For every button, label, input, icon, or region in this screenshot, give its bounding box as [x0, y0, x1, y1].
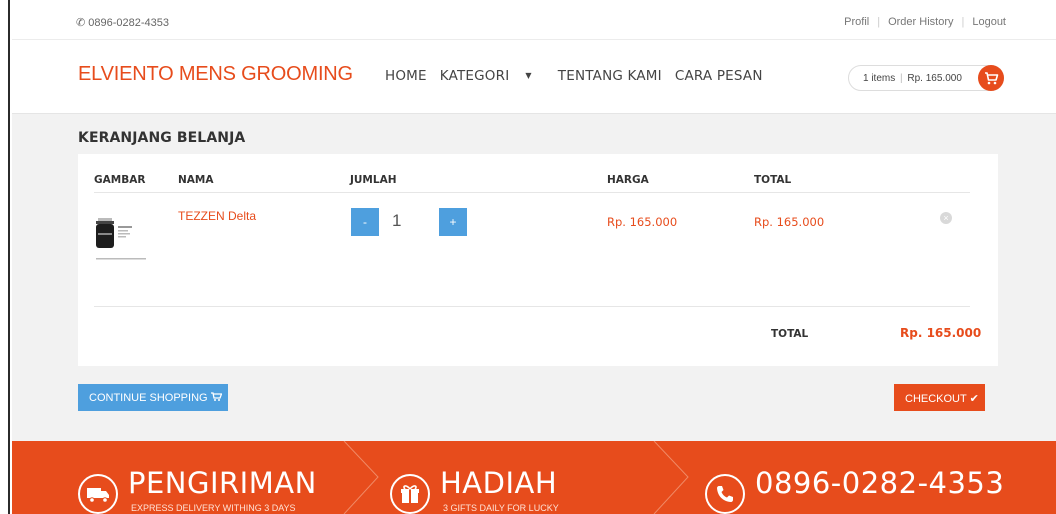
navbar: ELVIENTO MENS GROOMING HOME KATEGORI ▼ TENT… [12, 40, 1056, 114]
checkout-button[interactable]: CHECKOUT ✔ [894, 384, 985, 411]
account-links: Profil | Order History | Logout [844, 16, 1006, 28]
cart-icon [210, 392, 223, 404]
remove-item-icon[interactable]: × [940, 212, 952, 224]
menu-kategori[interactable]: KATEGORI ▼ [440, 68, 545, 84]
caret-down-icon: ▼ [525, 71, 532, 80]
top-phone: ✆ 0896-0282-4353 [76, 17, 169, 29]
main-menu: HOME KATEGORI ▼ TENTANG KAMI CARA PESAN [385, 68, 776, 84]
feature-subtitle: EXPRESS DELIVERY WITHING 3 DAYS [131, 503, 296, 513]
cart-amount: Rp. 165.000 [907, 73, 962, 84]
feature-title: 0896-0282-4353 [755, 466, 1005, 500]
product-name-link[interactable]: TEZZEN Delta [178, 209, 256, 223]
logout-link[interactable]: Logout [972, 16, 1006, 28]
cart-icon[interactable] [978, 65, 1004, 91]
window-left-edge [0, 0, 10, 514]
divider [94, 306, 970, 307]
features-band: PENGIRIMAN EXPRESS DELIVERY WITHING 3 DA… [12, 441, 1056, 514]
item-price: Rp. 165.000 [607, 215, 678, 229]
gift-icon [390, 474, 430, 514]
col-nama: NAMA [178, 174, 214, 186]
check-icon: ✔ [969, 393, 979, 405]
qty-value: 1 [392, 211, 402, 230]
col-total: TOTAL [754, 174, 792, 186]
cart-table: GAMBAR NAMA JUMLAH HARGA TOTAL TEZZEN De… [78, 154, 998, 366]
phone-icon [705, 474, 745, 514]
phone-icon: ✆ [76, 17, 86, 29]
truck-icon [78, 474, 118, 514]
item-total: Rp. 165.000 [754, 215, 825, 229]
menu-tentang-kami[interactable]: TENTANG KAMI [558, 68, 662, 84]
feature-title: HADIAH [440, 466, 558, 500]
cart-count: 1 items [863, 73, 896, 84]
col-gambar: GAMBAR [94, 174, 146, 186]
menu-cara-pesan[interactable]: CARA PESAN [675, 68, 763, 84]
col-harga: HARGA [607, 174, 649, 186]
menu-home[interactable]: HOME [385, 68, 427, 84]
cart-page: KERANJANG BELANJA GAMBAR NAMA JUMLAH HAR… [12, 114, 1056, 441]
grand-total-value: Rp. 165.000 [900, 326, 982, 340]
chevron-right-icon [653, 441, 689, 514]
divider [94, 192, 970, 193]
profil-link[interactable]: Profil [844, 16, 869, 28]
brand-logo[interactable]: ELVIENTO MENS GROOMING [78, 63, 353, 86]
top-bar: ✆ 0896-0282-4353 Profil | Order History | Log… [12, 0, 1056, 40]
continue-shopping-button[interactable]: CONTINUE SHOPPING [78, 384, 228, 411]
chevron-right-icon [343, 441, 379, 514]
cart-summary[interactable]: 1 items | Rp. 165.000 [848, 65, 1004, 91]
grand-total-label: TOTAL [771, 328, 809, 340]
qty-increase-button[interactable]: + [439, 208, 467, 236]
order-history-link[interactable]: Order History [888, 16, 953, 28]
product-image[interactable] [94, 218, 156, 290]
feature-title: PENGIRIMAN [128, 466, 317, 500]
page-title: KERANJANG BELANJA [78, 130, 246, 146]
col-jumlah: JUMLAH [350, 174, 397, 186]
qty-decrease-button[interactable]: - [351, 208, 379, 236]
feature-subtitle: 3 GIFTS DAILY FOR LUCKY [443, 503, 559, 513]
